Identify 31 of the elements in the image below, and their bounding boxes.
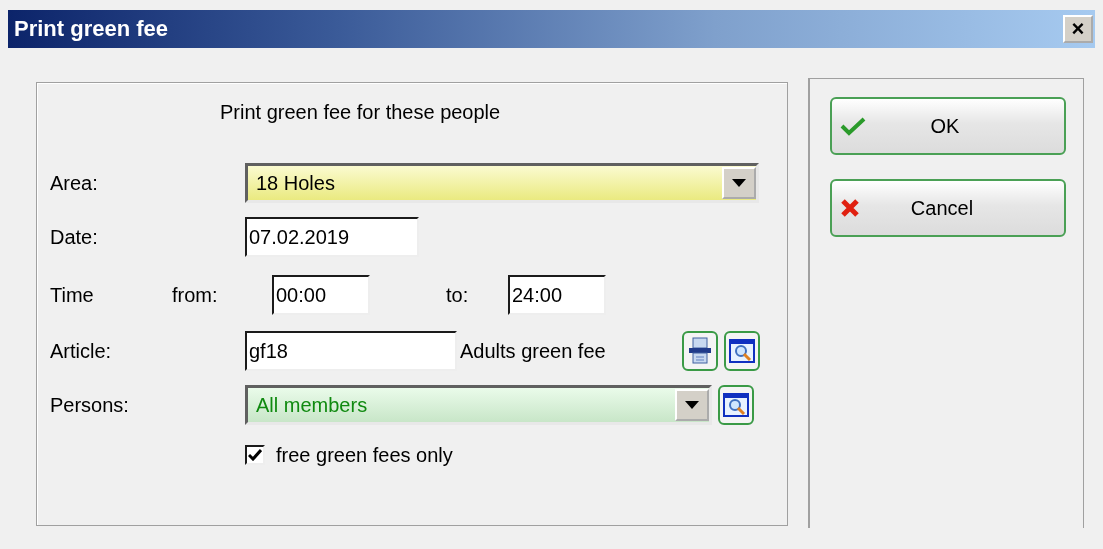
to-label: to: (446, 283, 470, 307)
article-label: Article: (50, 339, 113, 363)
time-from-field[interactable]: 00:00 (272, 275, 370, 315)
cancel-button[interactable]: Cancel (830, 179, 1066, 237)
search-icon (729, 338, 755, 364)
printer-icon (688, 337, 712, 365)
time-to-field[interactable]: 24:00 (508, 275, 606, 315)
caret-icon (685, 401, 699, 409)
area-label: Area: (50, 171, 99, 195)
checkbox[interactable] (245, 445, 265, 465)
search-button[interactable] (724, 331, 760, 371)
time-label: Time (50, 283, 95, 307)
from-label: from: (172, 283, 219, 307)
search-icon (723, 392, 749, 418)
persons-label: Persons: (50, 393, 130, 417)
heading: Print green fee for these people (220, 101, 502, 124)
check-icon (840, 116, 866, 136)
print-button[interactable] (682, 331, 718, 371)
persons-dropdown[interactable]: All members (245, 385, 712, 425)
article-field[interactable]: gf18 (245, 331, 457, 371)
date-field[interactable]: 07.02.2019 (245, 217, 419, 257)
area-dropdown[interactable]: 18 Holes (245, 163, 759, 203)
caret-icon (732, 179, 746, 187)
date-label: Date: (50, 225, 99, 249)
close-icon (840, 198, 860, 218)
article-description: Adults green fee (460, 339, 607, 363)
search-button[interactable] (718, 385, 754, 425)
close-button[interactable]: × (1063, 15, 1093, 43)
ok-button[interactable]: OK (830, 97, 1066, 155)
window-title: Print green fee (13, 16, 169, 42)
checkbox-label: free green fees only (276, 443, 453, 467)
